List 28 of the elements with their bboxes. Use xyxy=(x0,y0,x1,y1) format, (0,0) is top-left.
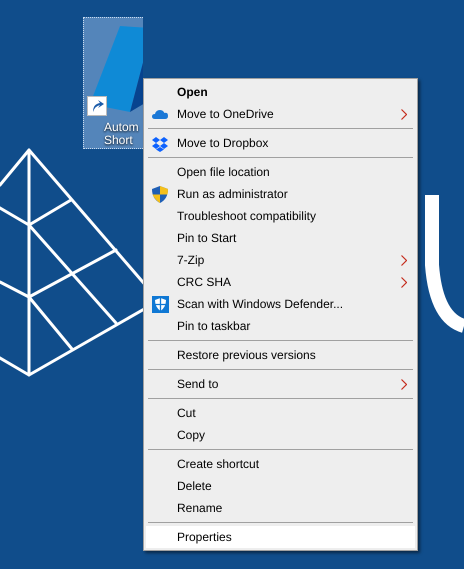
chevron-right-icon xyxy=(401,109,407,120)
menu-item[interactable]: Send to xyxy=(146,373,415,395)
menu-item[interactable]: Pin to Start xyxy=(146,227,415,249)
chevron-right-icon xyxy=(401,277,407,288)
menu-item[interactable]: Troubleshoot compatibility xyxy=(146,205,415,227)
chevron-right-icon xyxy=(401,379,407,390)
menu-item[interactable]: Rename xyxy=(146,497,415,519)
menu-item[interactable]: Move to OneDrive xyxy=(146,103,415,125)
menu-item[interactable]: Create shortcut xyxy=(146,453,415,475)
menu-item[interactable]: Pin to taskbar xyxy=(146,315,415,337)
menu-item[interactable]: Restore previous versions xyxy=(146,344,415,366)
menu-item[interactable]: Open file location xyxy=(146,161,415,183)
dropbox-icon xyxy=(152,135,169,152)
menu-item[interactable]: 7-Zip xyxy=(146,249,415,271)
menu-item[interactable]: Open xyxy=(146,81,415,103)
menu-item[interactable]: Delete xyxy=(146,475,415,497)
menu-item[interactable]: Move to Dropbox xyxy=(146,132,415,154)
defender-shield-icon xyxy=(152,296,169,313)
icon-label: Autom xyxy=(104,121,139,134)
chevron-right-icon xyxy=(401,255,407,266)
menu-item[interactable]: CRC SHA xyxy=(146,271,415,293)
menu-item[interactable]: Run as administrator xyxy=(146,183,415,205)
menu-item[interactable]: Properties xyxy=(146,526,415,548)
shield-icon xyxy=(152,186,169,203)
icon-label: Short xyxy=(104,134,133,147)
menu-item[interactable]: Scan with Windows Defender... xyxy=(146,293,415,315)
menu-item[interactable]: Copy xyxy=(146,424,415,446)
menu-item[interactable]: Cut xyxy=(146,402,415,424)
